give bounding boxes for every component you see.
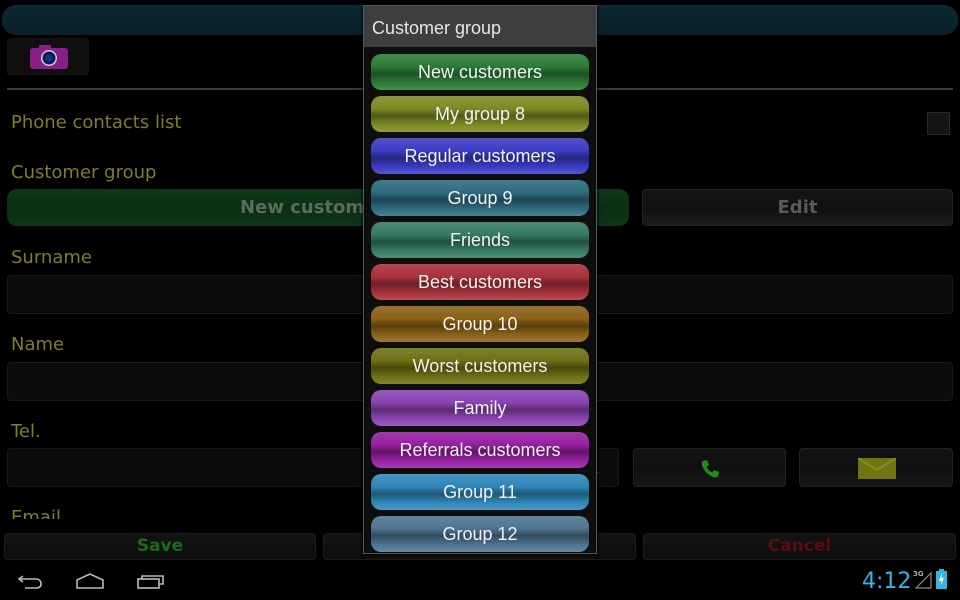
phone-contacts-label: Phone contacts list [11, 112, 182, 133]
dialog-title: Customer group [364, 6, 596, 47]
call-button[interactable] [633, 448, 786, 487]
group-option-worst-customers[interactable]: Worst customers [371, 348, 589, 384]
group-option-group-10[interactable]: Group 10 [371, 306, 589, 342]
group-options-list: New customers My group 8 Regular customers… [371, 54, 589, 558]
phone-icon [701, 460, 719, 478]
group-option-regular-customers[interactable]: Regular customers [371, 138, 589, 174]
tel-label: Tel. [11, 421, 41, 442]
camera-icon [30, 45, 68, 69]
recent-apps-icon[interactable] [137, 573, 165, 589]
photo-button[interactable] [7, 38, 89, 75]
group-option-referrals-customers[interactable]: Referrals customers [371, 432, 589, 468]
envelope-icon [858, 458, 896, 479]
group-option-group-12[interactable]: Group 12 [371, 516, 589, 552]
group-option-friends[interactable]: Friends [371, 222, 589, 258]
customer-group-dialog: Customer group New customers My group 8 Re… [363, 5, 597, 554]
name-label: Name [11, 334, 65, 355]
back-icon[interactable] [17, 574, 43, 590]
email-button[interactable] [799, 448, 953, 487]
customer-group-label: Customer group [11, 162, 157, 183]
battery-charging-icon [936, 569, 947, 589]
group-option-group-9[interactable]: Group 9 [371, 180, 589, 216]
cancel-button[interactable]: Cancel [643, 533, 956, 560]
group-option-family[interactable]: Family [371, 390, 589, 426]
system-nav-bar: 4:12 3G [0, 563, 960, 600]
clock: 4:12 [862, 569, 912, 594]
email-label: Email [11, 507, 61, 519]
group-option-best-customers[interactable]: Best customers [371, 264, 589, 300]
home-icon[interactable] [76, 573, 104, 589]
save-button[interactable]: Save [4, 533, 316, 560]
group-option-group-11[interactable]: Group 11 [371, 474, 589, 510]
surname-label: Surname [11, 247, 92, 268]
phone-contacts-checkbox[interactable] [927, 112, 950, 135]
edit-group-button[interactable]: Edit [642, 189, 953, 226]
group-option-my-group-8[interactable]: My group 8 [371, 96, 589, 132]
group-option-new-customers[interactable]: New customers [371, 54, 589, 90]
signal-icon [915, 572, 932, 589]
